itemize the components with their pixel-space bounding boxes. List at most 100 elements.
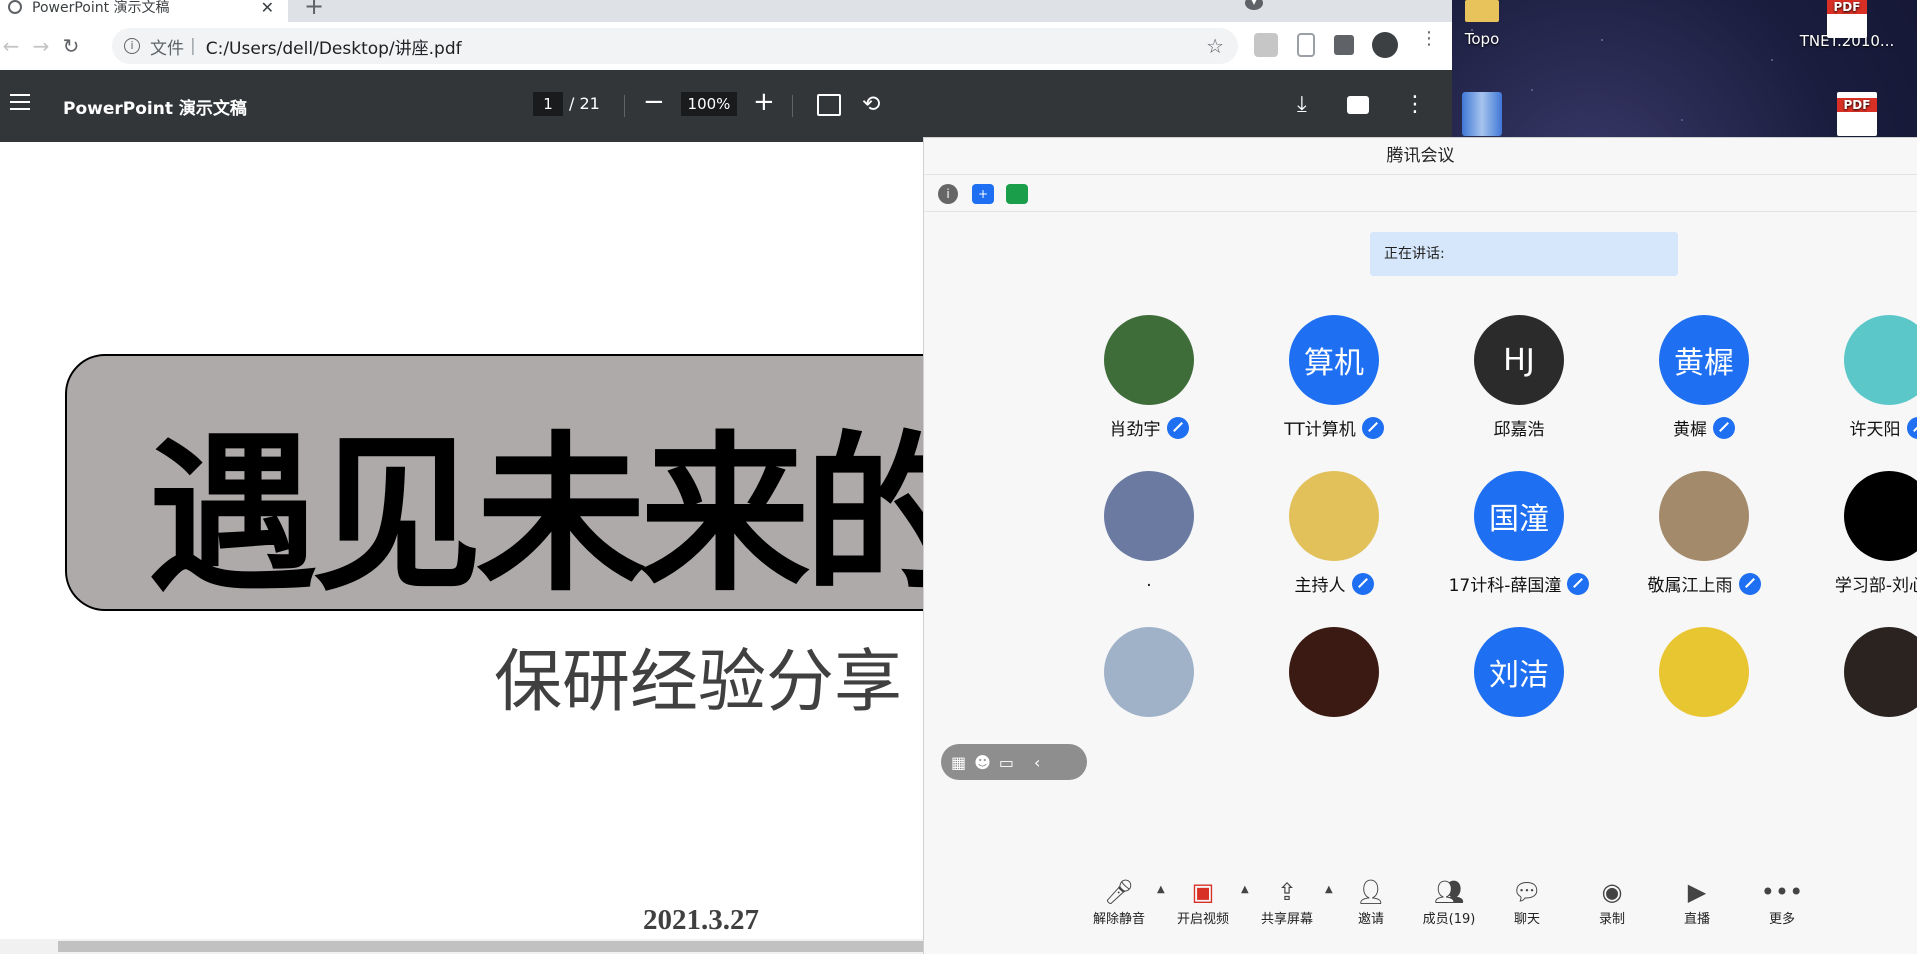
new-tab-button[interactable]: +	[304, 0, 324, 20]
participant-name-row: .	[1059, 571, 1239, 591]
rotate-icon[interactable]: ⟲	[862, 92, 888, 118]
chat-bubble-icon[interactable]: ▭	[999, 753, 1014, 772]
share-options-caret-icon[interactable]: ▲	[1325, 884, 1333, 895]
muted-mic-icon: 🎤︎	[1103, 878, 1135, 906]
live-button[interactable]: ▶ 直播	[1662, 876, 1732, 927]
participant-tile[interactable]: .	[1059, 471, 1239, 591]
record-button[interactable]: ◉ 录制	[1577, 876, 1647, 927]
participant-tile[interactable]: 敬属江上雨	[1614, 471, 1794, 596]
avatar: 刘洁	[1474, 627, 1564, 717]
fit-page-icon[interactable]	[817, 94, 841, 116]
url-text: C:/Users/dell/Desktop/讲座.pdf	[205, 38, 462, 59]
desktop-icon-pdf[interactable]	[1452, 92, 1512, 136]
chat-button[interactable]: 💬︎ 聊天	[1492, 876, 1562, 927]
participant-tile[interactable]: 主持人	[1244, 471, 1424, 596]
chat-label: 聊天	[1513, 912, 1540, 927]
participant-name-row: 敬属江上雨	[1614, 571, 1794, 596]
acrobat-extension-icon[interactable]	[1254, 33, 1278, 57]
avatar	[1844, 627, 1917, 717]
address-bar[interactable]: i 文件 | C:/Users/dell/Desktop/讲座.pdf ☆	[112, 28, 1238, 64]
desktop-icon-topo[interactable]: Topo	[1452, 0, 1512, 48]
desktop-icon-tnet[interactable]: PDF TNET.2010...	[1792, 0, 1902, 50]
zoom-in-icon[interactable]: +	[753, 86, 775, 118]
participant-tile[interactable]: HJ 邱嘉浩	[1429, 315, 1609, 440]
pdf-toolbar: PowerPoint 演示文稿 1 / 21 − 100% + ⟲ ⤓ ⋮	[0, 70, 1452, 142]
tab-title: PowerPoint 演示文稿	[32, 0, 170, 16]
participant-name: 17计科-薛国潼	[1448, 576, 1562, 596]
pdf-doc-title: PowerPoint 演示文稿	[63, 99, 247, 119]
menu-icon[interactable]	[10, 94, 30, 110]
download-icon[interactable]: ⤓	[1297, 92, 1323, 118]
muted-mic-icon	[1361, 416, 1384, 439]
participant-name-row: TT计算机	[1244, 415, 1424, 440]
grid-view-icon[interactable]: ▦	[951, 753, 966, 772]
profile-icon[interactable]	[1372, 32, 1398, 58]
audio-options-caret-icon[interactable]: ▲	[1157, 884, 1165, 895]
avatar	[1844, 471, 1917, 561]
share-screen-button[interactable]: ⇪ 共享屏幕	[1252, 876, 1322, 927]
zoom-out-icon[interactable]: −	[643, 86, 665, 118]
participant-tile[interactable]: 肖劲宇	[1059, 315, 1239, 440]
forward-icon[interactable]: →	[26, 34, 56, 58]
meeting-status-bar: i +	[924, 174, 1917, 212]
participant-name: .	[1146, 571, 1152, 591]
unmute-button[interactable]: 🎤︎ 解除静音	[1084, 876, 1154, 927]
tab-search-icon[interactable]: ▾	[1245, 0, 1263, 10]
share-screen-icon: ⇪	[1276, 878, 1298, 906]
slide-date: 2021.3.27	[643, 904, 759, 936]
video-options-caret-icon[interactable]: ▲	[1241, 884, 1249, 895]
avatar	[1289, 471, 1379, 561]
participant-name: 主持人	[1294, 576, 1346, 596]
tab-strip: PowerPoint 演示文稿 ✕ + ▾	[0, 0, 1452, 22]
record-icon: ◉	[1601, 878, 1623, 906]
meeting-info-icon[interactable]: i	[938, 184, 958, 204]
more-options-icon[interactable]: ⋮	[1404, 92, 1430, 118]
signal-strength-icon[interactable]	[1006, 184, 1028, 204]
participant-tile[interactable]	[1614, 627, 1794, 717]
security-shield-icon[interactable]: +	[972, 184, 994, 204]
participant-tile[interactable]	[1059, 627, 1239, 717]
participant-tile[interactable]: 学习部-刘心雨	[1799, 471, 1917, 596]
page-number-input[interactable]: 1	[533, 92, 563, 116]
zoom-level-input[interactable]: 100%	[681, 92, 737, 116]
participant-tile[interactable]: 算机 TT计算机	[1244, 315, 1424, 440]
desktop-icon-pdf2[interactable]: PDF	[1827, 92, 1887, 136]
members-label: 成员(19)	[1422, 912, 1476, 927]
browser-tab[interactable]: PowerPoint 演示文稿 ✕	[0, 0, 288, 22]
info-icon[interactable]: i	[124, 38, 140, 54]
participant-tile[interactable]: 刘洁	[1429, 627, 1609, 717]
members-button[interactable]: 👥︎ 成员(19)	[1414, 876, 1484, 927]
emoji-icon[interactable]: ☻	[974, 753, 991, 772]
globe-icon	[8, 0, 22, 14]
kebab-menu-icon[interactable]: ⋮	[1420, 30, 1438, 60]
avatar: 算机	[1289, 315, 1379, 405]
chat-icon: 💬︎	[1511, 878, 1543, 906]
print-icon[interactable]	[1347, 96, 1369, 114]
winrar-icon	[1462, 92, 1502, 136]
page-total: / 21	[569, 94, 600, 113]
invite-button[interactable]: 👤︎ 邀请	[1336, 876, 1406, 927]
more-dots-icon: •••	[1760, 878, 1804, 906]
video-label: 开启视频	[1176, 912, 1229, 927]
participant-tile[interactable]	[1244, 627, 1424, 717]
participant-tile[interactable]: 黄樨 黄樨	[1614, 315, 1794, 440]
pdf-file-icon: PDF	[1827, 0, 1867, 38]
toolbar-divider	[792, 95, 793, 117]
star-icon[interactable]: ☆	[1206, 34, 1224, 58]
participant-name: 许天阳	[1849, 420, 1901, 440]
speaking-indicator: 正在讲话:	[1370, 232, 1678, 276]
more-button[interactable]: ••• 更多	[1747, 876, 1817, 927]
document-extension-icon[interactable]	[1297, 33, 1315, 57]
collapse-icon[interactable]: ‹	[1034, 753, 1040, 772]
start-video-button[interactable]: ▣ 开启视频	[1168, 876, 1238, 927]
puzzle-icon[interactable]	[1334, 35, 1354, 55]
back-icon[interactable]: ←	[0, 34, 26, 58]
participant-tile[interactable]: 许天阳	[1799, 315, 1917, 440]
muted-mic-icon	[1166, 416, 1189, 439]
add-person-icon: 👤︎	[1355, 878, 1387, 906]
close-icon[interactable]: ✕	[261, 0, 274, 17]
participant-tile[interactable]	[1799, 627, 1917, 717]
participant-name: TT计算机	[1284, 420, 1356, 440]
participant-tile[interactable]: 国潼 17计科-薛国潼	[1429, 471, 1609, 596]
reload-icon[interactable]: ↻	[56, 34, 86, 58]
